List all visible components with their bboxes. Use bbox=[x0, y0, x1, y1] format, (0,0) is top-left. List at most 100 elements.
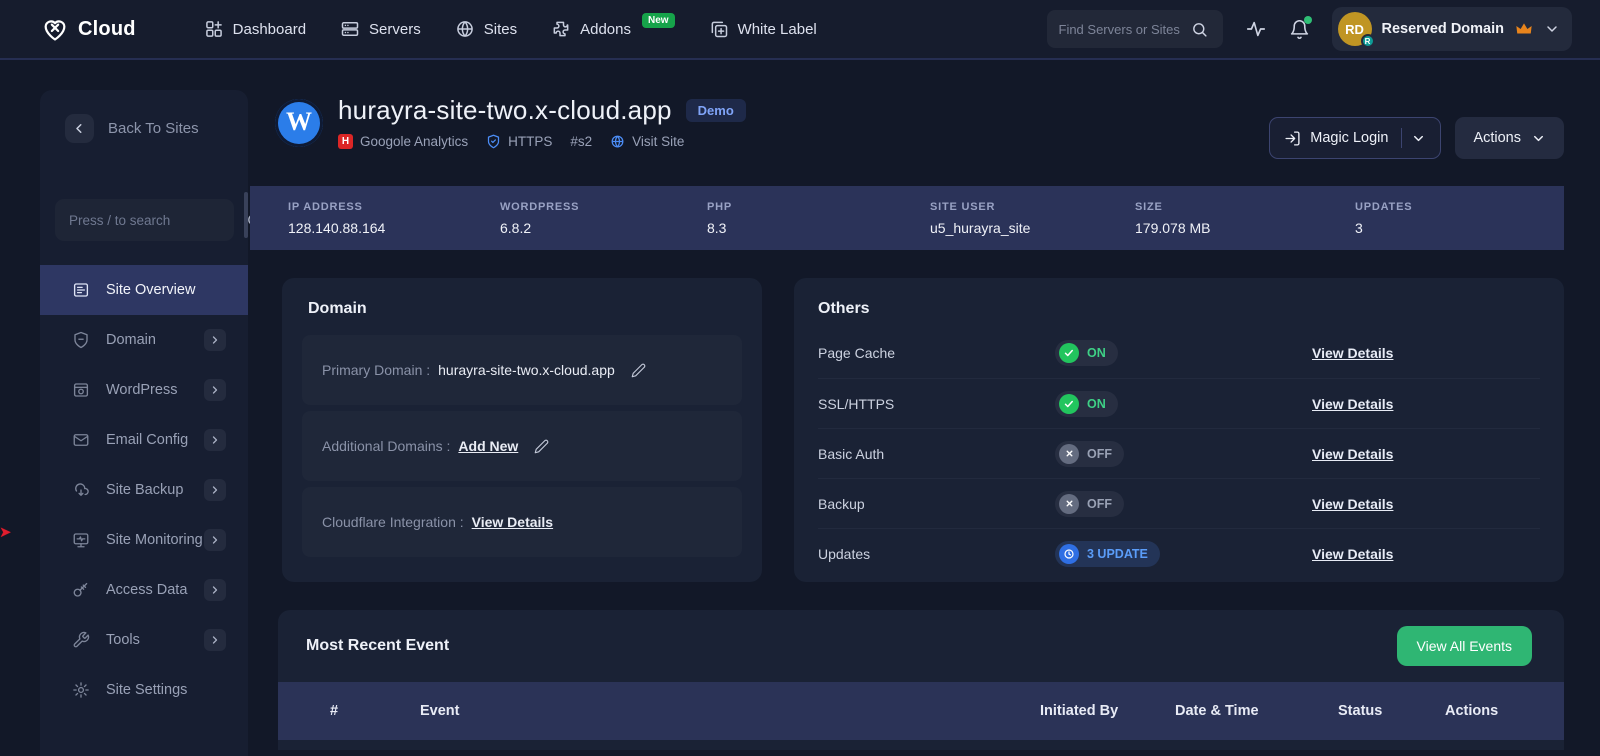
info-size: SIZE 179.078 MB bbox=[1135, 201, 1355, 236]
others-card: Others Page Cache ON View Details SSL/HT… bbox=[794, 278, 1564, 582]
x-circle-icon bbox=[1059, 493, 1079, 514]
sidebar-item-domain[interactable]: Domain bbox=[40, 315, 248, 365]
sidebar-item-site-backup[interactable]: Site Backup bbox=[40, 465, 248, 515]
profile-name: Reserved Domain bbox=[1381, 21, 1505, 37]
row-label: Additional Domains : bbox=[322, 438, 451, 454]
profile-menu[interactable]: RD R Reserved Domain bbox=[1331, 7, 1572, 51]
recent-events-card: Most Recent Event View All Events # Even… bbox=[278, 610, 1564, 750]
envelope-icon bbox=[72, 431, 90, 449]
page-cache-row: Page Cache ON View Details bbox=[818, 328, 1540, 378]
row-label: Backup bbox=[818, 495, 865, 512]
nav-label: Dashboard bbox=[232, 20, 307, 38]
sidebar-scrollbar[interactable] bbox=[244, 192, 248, 238]
row-label: Cloudflare Integration : bbox=[322, 514, 464, 530]
page-title: hurayra-site-two.x-cloud.app bbox=[338, 95, 672, 125]
info-value: 179.078 MB bbox=[1135, 219, 1211, 236]
primary-domain-row: Primary Domain : hurayra-site-two.x-clou… bbox=[302, 335, 742, 405]
edit-pencil-icon[interactable] bbox=[534, 439, 549, 454]
visit-site-label: Visit Site bbox=[632, 134, 685, 149]
visit-site-link[interactable]: Visit Site bbox=[610, 134, 684, 149]
sidebar-item-wordpress[interactable]: WordPress bbox=[40, 365, 248, 415]
primary-domain-value: hurayra-site-two.x-cloud.app bbox=[438, 362, 615, 378]
status-text: ON bbox=[1087, 346, 1106, 360]
status-badge-on: ON bbox=[1055, 390, 1118, 417]
nav-servers[interactable]: Servers bbox=[340, 19, 421, 39]
status-text: ON bbox=[1087, 396, 1106, 411]
activity-pulse-icon[interactable] bbox=[1245, 18, 1267, 40]
col-initiated-by: Initiated By bbox=[1040, 703, 1119, 719]
x-circle-icon bbox=[1059, 443, 1079, 464]
xcloud-heart-logo-icon bbox=[40, 15, 70, 43]
row-label: Primary Domain : bbox=[322, 362, 431, 378]
global-search[interactable] bbox=[1046, 10, 1223, 48]
nav-dashboard[interactable]: Dashboard bbox=[204, 19, 306, 39]
view-details-link[interactable]: View Details bbox=[1312, 496, 1393, 512]
server-tag-label: #s2 bbox=[570, 134, 593, 149]
nav-sites[interactable]: Sites bbox=[455, 19, 517, 39]
status-text: 3 UPDATE bbox=[1087, 546, 1148, 561]
edit-pencil-icon[interactable] bbox=[631, 363, 646, 378]
avatar-initials: RD bbox=[1345, 21, 1364, 37]
notifications-bell-icon[interactable] bbox=[1289, 15, 1312, 40]
avatar: RD R bbox=[1337, 12, 1375, 48]
check-circle-icon bbox=[1059, 343, 1079, 363]
puzzle-icon bbox=[551, 19, 571, 39]
magic-login-button[interactable]: Magic Login bbox=[1269, 117, 1442, 159]
col-status: Status bbox=[1338, 703, 1383, 719]
sidebar-item-access-data[interactable]: Access Data bbox=[40, 565, 248, 615]
info-label: UPDATES bbox=[1355, 200, 1413, 213]
status-text: OFF bbox=[1087, 496, 1112, 511]
events-title: Most Recent Event bbox=[306, 637, 450, 654]
add-new-link[interactable]: Add New bbox=[458, 438, 518, 454]
backup-row: Backup OFF View Details bbox=[818, 478, 1540, 528]
nav-white-label[interactable]: White Label bbox=[709, 19, 817, 39]
https-label: HTTPS bbox=[508, 134, 553, 149]
sidebar-item-email-config[interactable]: Email Config bbox=[40, 415, 248, 465]
back-to-sites[interactable]: Back To Sites bbox=[40, 90, 248, 143]
crown-icon bbox=[1514, 20, 1534, 38]
sidebar-item-site-settings[interactable]: Site Settings bbox=[40, 665, 248, 715]
view-details-link[interactable]: View Details bbox=[1312, 446, 1393, 462]
sidebar-search[interactable] bbox=[55, 199, 262, 241]
status-badge-off: OFF bbox=[1055, 440, 1124, 467]
col-event: Event bbox=[420, 703, 460, 719]
info-ip-address: IP ADDRESS 128.140.88.164 bbox=[288, 201, 500, 236]
info-php: PHP 8.3 bbox=[707, 201, 930, 236]
col-hash: # bbox=[330, 703, 339, 719]
sidebar-item-label: Site Overview bbox=[106, 282, 196, 298]
search-icon[interactable] bbox=[1191, 21, 1208, 38]
site-info-bar: IP ADDRESS 128.140.88.164 WORDPRESS 6.8.… bbox=[250, 186, 1564, 250]
key-icon bbox=[72, 581, 90, 599]
info-value: 8.3 bbox=[707, 219, 727, 236]
sidebar-item-site-overview[interactable]: Site Overview bbox=[40, 265, 248, 315]
view-details-link[interactable]: View Details bbox=[1312, 345, 1393, 361]
view-details-link[interactable]: View Details bbox=[1312, 396, 1393, 412]
global-search-input[interactable] bbox=[1058, 21, 1183, 37]
nav-label: Sites bbox=[483, 20, 518, 38]
view-details-link[interactable]: View Details bbox=[1312, 546, 1393, 562]
globe-icon bbox=[610, 134, 625, 149]
actions-button[interactable]: Actions bbox=[1455, 117, 1564, 159]
chevron-right-icon bbox=[204, 529, 226, 551]
chevron-down-icon[interactable] bbox=[1411, 131, 1426, 146]
sidebar-search-input[interactable] bbox=[69, 212, 246, 228]
nav-label: Addons bbox=[580, 20, 631, 38]
sidebar-item-site-monitoring[interactable]: Site Monitoring bbox=[40, 515, 248, 565]
wordpress-logo-icon: W bbox=[275, 99, 323, 147]
sidebar-item-label: Email Config bbox=[106, 432, 189, 448]
info-value: u5_hurayra_site bbox=[930, 219, 1031, 236]
shield-check-icon bbox=[486, 134, 501, 149]
chevron-left-icon[interactable] bbox=[65, 114, 94, 143]
brand[interactable]: Cloud bbox=[40, 15, 136, 43]
basic-auth-row: Basic Auth OFF View Details bbox=[818, 428, 1540, 478]
col-date-time: Date & Time bbox=[1175, 703, 1259, 719]
view-all-events-button[interactable]: View All Events bbox=[1396, 626, 1532, 666]
col-actions: Actions bbox=[1445, 703, 1499, 719]
info-label: PHP bbox=[707, 200, 733, 213]
chevron-right-icon bbox=[204, 429, 226, 451]
new-badge: New bbox=[641, 12, 675, 28]
cloudflare-view-details-link[interactable]: View Details bbox=[472, 514, 553, 530]
google-analytics-icon: H bbox=[338, 134, 353, 149]
nav-addons[interactable]: Addons New bbox=[551, 12, 675, 39]
sidebar-item-tools[interactable]: Tools bbox=[40, 615, 248, 665]
